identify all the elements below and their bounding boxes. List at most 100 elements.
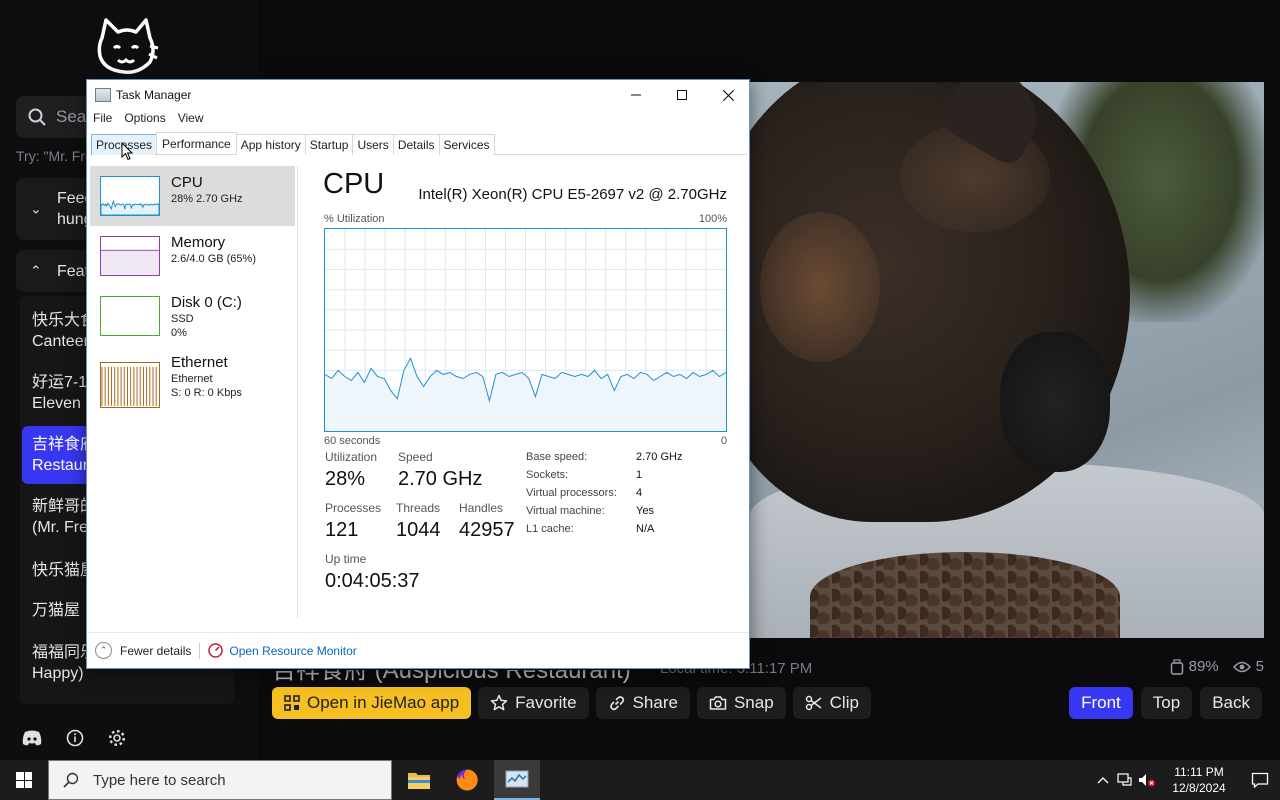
detail-virtual-processors: Virtual processors: 4 [526,487,642,499]
resource-name: Memory [171,234,226,251]
feeder-stats: 89% 5 [1170,658,1264,675]
resource-detail: 2.6/4.0 GB (65%) [171,253,256,265]
task-manager-window: Task Manager File Options View Processes… [86,79,750,669]
snap-button[interactable]: Snap [696,687,786,719]
resource-detail: SSD [171,313,194,325]
stat-value: 1044 [396,519,441,541]
info-icon[interactable] [61,724,89,752]
clock-time: 11:11 PM [1174,765,1224,779]
resource-detail: 28% 2.70 GHz [171,193,243,205]
close-button[interactable] [705,80,751,110]
taskbar-clock[interactable]: 11:11 PM 12/8/2024 [1164,764,1234,796]
detail-key: Virtual processors: [526,487,617,499]
stat-speed: Speed 2.70 GHz [398,450,482,491]
tab-startup[interactable]: Startup [304,134,354,155]
start-button[interactable] [0,760,48,800]
file-explorer-app[interactable] [396,760,442,800]
share-button[interactable]: Share [595,687,690,719]
settings-gear-icon[interactable] [103,724,131,752]
firefox-app[interactable] [444,760,490,800]
open-resource-monitor-link[interactable]: Open Resource Monitor [229,644,356,658]
view-back-button[interactable]: Back [1200,687,1262,719]
tab-app-history[interactable]: App history [235,134,306,155]
camera-video-feed[interactable] [750,82,1264,638]
camera-icon [709,696,727,710]
tab-services[interactable]: Services [438,134,495,155]
clock-date: 12/8/2024 [1172,781,1226,795]
firefox-icon [456,769,478,791]
taskbar-search-box[interactable]: Type here to search [48,760,392,800]
graph-y-label: % Utilization [324,213,385,225]
minimize-icon [631,94,641,96]
menu-options[interactable]: Options [124,111,165,125]
open-in-app-label: Open in JieMao app [307,693,460,712]
notification-center-icon[interactable] [1240,772,1280,788]
stat-value: 121 [325,519,359,541]
detail-value: Yes [636,505,654,517]
discord-icon[interactable] [18,724,46,752]
windows-logo-icon [16,772,32,788]
stat-label: Up time [325,552,367,566]
chevron-up-icon[interactable] [1092,776,1114,784]
resource-ethernet[interactable]: Ethernet Ethernet S: 0 R: 0 Kbps [90,346,295,408]
volume-muted-icon[interactable] [1136,773,1158,787]
detail-key: Base speed: [526,451,588,463]
resource-disk[interactable]: Disk 0 (C:) SSD 0% [90,286,295,346]
snap-label: Snap [733,693,774,712]
favorite-label: Favorite [515,693,577,712]
maximize-button[interactable] [659,80,705,110]
clip-label: Clip [829,693,859,712]
chevron-down-icon: ⌄ [30,200,42,217]
detail-sockets: Sockets: 1 [526,469,642,481]
menu-view[interactable]: View [178,111,204,125]
food-container-icon [1170,658,1183,675]
food-level-value: 89% [1188,658,1219,675]
camera-view-switcher: Front Top Back [1069,687,1262,719]
stat-processes: Processes 121 [325,501,381,542]
resource-list: CPU 28% 2.70 GHz Memory 2.6/4.0 GB (65%)… [90,166,296,618]
search-icon [63,772,79,788]
stat-value: 0:04:05:37 [325,570,420,592]
resource-detail: Ethernet [171,373,213,385]
network-icon[interactable] [1114,773,1136,787]
memory-sparkline [100,236,160,276]
eye-icon [1232,661,1251,672]
cat-logo-icon[interactable] [94,16,160,78]
task-manager-footer: ⌃ Fewer details Open Resource Monitor [87,632,749,668]
detail-l1-cache: L1 cache: N/A [526,523,654,535]
window-title: Task Manager [116,88,192,102]
task-manager-app[interactable] [494,760,540,800]
fewer-details-link[interactable]: Fewer details [120,644,191,658]
maximize-icon [677,90,687,100]
favorite-button[interactable]: Favorite [478,687,589,719]
menu-file[interactable]: File [93,111,112,125]
stat-label: Utilization [325,450,378,464]
footer-separator [199,642,201,659]
tab-users[interactable]: Users [352,134,394,155]
resource-cpu[interactable]: CPU 28% 2.70 GHz [90,166,295,226]
resource-monitor-icon [208,643,224,658]
tab-details[interactable]: Details [392,134,440,155]
clip-button[interactable]: Clip [792,687,871,719]
sidebar-footer [0,720,258,756]
open-in-app-button[interactable]: Open in JieMao app [272,687,472,719]
resource-memory[interactable]: Memory 2.6/4.0 GB (65%) [90,226,295,286]
view-front-button[interactable]: Front [1069,687,1133,719]
folder-icon [408,773,430,789]
task-manager-icon [95,88,111,102]
cpu-utilization-graph [324,228,727,432]
chevron-up-icon[interactable]: ⌃ [95,642,112,659]
resource-name: Ethernet [171,354,228,371]
tab-performance[interactable]: Performance [156,132,237,154]
view-top-button[interactable]: Top [1140,687,1193,719]
pane-divider [297,166,298,618]
detail-value: 2.70 GHz [636,451,683,463]
qr-code-icon [284,695,300,711]
detail-value: N/A [636,523,655,535]
stat-handles: Handles 42957 [459,501,515,542]
share-label: Share [632,693,678,712]
close-icon [722,89,734,101]
task-manager-titlebar[interactable]: Task Manager [87,80,749,110]
minimize-button[interactable] [613,80,659,110]
search-icon [28,108,46,126]
